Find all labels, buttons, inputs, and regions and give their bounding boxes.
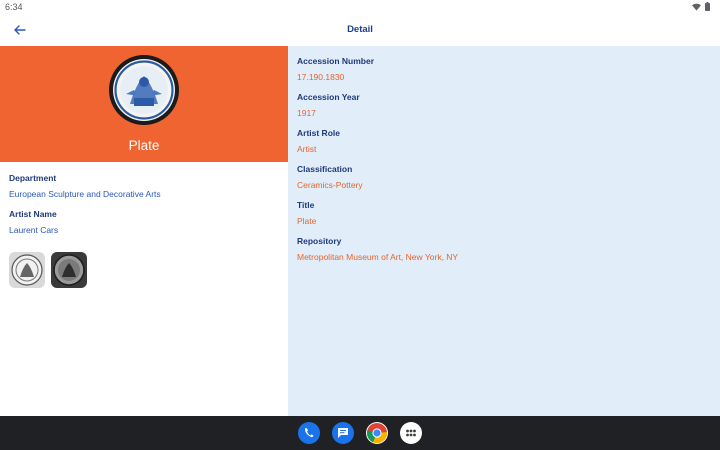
app-drawer-button[interactable] — [400, 422, 422, 444]
right-pane: Accession Number 17.190.1830 Accession Y… — [288, 46, 720, 416]
title-value: Plate — [297, 216, 317, 226]
classification-field: Classification Ceramics-Pottery — [297, 164, 363, 190]
classification-value: Ceramics-Pottery — [297, 180, 363, 190]
app-drawer-icon — [406, 429, 416, 437]
messages-icon — [338, 428, 348, 438]
left-pane: Plate Department European Sculpture and … — [0, 46, 288, 416]
artist-name-value: Laurent Cars — [9, 225, 59, 235]
thumbnail-image[interactable] — [51, 252, 87, 288]
status-icons — [692, 2, 710, 11]
accession-number-label: Accession Number — [297, 56, 374, 66]
thumbnail-image[interactable] — [9, 252, 45, 288]
accession-year-value: 1917 — [297, 108, 316, 118]
artist-name-field: Artist Name Laurent Cars — [9, 209, 58, 235]
messages-app-button[interactable] — [332, 422, 354, 444]
plate-thumbnail-icon — [9, 252, 45, 288]
artwork-image — [109, 55, 179, 125]
status-time: 6:34 — [5, 2, 23, 12]
page-title: Detail — [347, 24, 373, 35]
department-label: Department — [9, 173, 57, 183]
title-label: Title — [297, 200, 315, 210]
artist-role-label: Artist Role — [297, 128, 340, 138]
battery-icon — [705, 2, 710, 11]
accession-number-value: 17.190.1830 — [297, 72, 345, 82]
title-field: Title Plate — [297, 200, 316, 226]
wifi-icon — [692, 3, 701, 11]
department-value: European Sculpture and Decorative Arts — [9, 189, 161, 199]
status-bar: 6:34 — [0, 0, 720, 14]
chrome-app-button[interactable] — [366, 422, 388, 444]
hero-banner: Plate — [0, 46, 288, 162]
artist-role-value: Artist — [297, 144, 317, 154]
plate-thumbnail-icon — [51, 252, 87, 288]
accession-number-field: Accession Number 17.190.1830 — [297, 56, 374, 82]
accession-year-field: Accession Year 1917 — [297, 92, 360, 118]
phone-app-button[interactable] — [298, 422, 320, 444]
artwork-title: Plate — [128, 138, 160, 153]
repository-field: Repository Metropolitan Museum of Art, N… — [297, 236, 458, 262]
chrome-icon — [366, 423, 388, 444]
department-field: Department European Sculpture and Decora… — [9, 173, 161, 199]
artist-role-field: Artist Role Artist — [297, 128, 340, 154]
artist-name-label: Artist Name — [9, 209, 57, 219]
repository-label: Repository — [297, 236, 342, 246]
phone-icon — [305, 428, 314, 438]
app-bar: Detail — [0, 14, 720, 46]
accession-year-label: Accession Year — [297, 92, 360, 102]
taskbar — [0, 416, 720, 450]
repository-value: Metropolitan Museum of Art, New York, NY — [297, 252, 459, 262]
classification-label: Classification — [297, 164, 353, 174]
thumbnail-strip — [9, 252, 87, 288]
